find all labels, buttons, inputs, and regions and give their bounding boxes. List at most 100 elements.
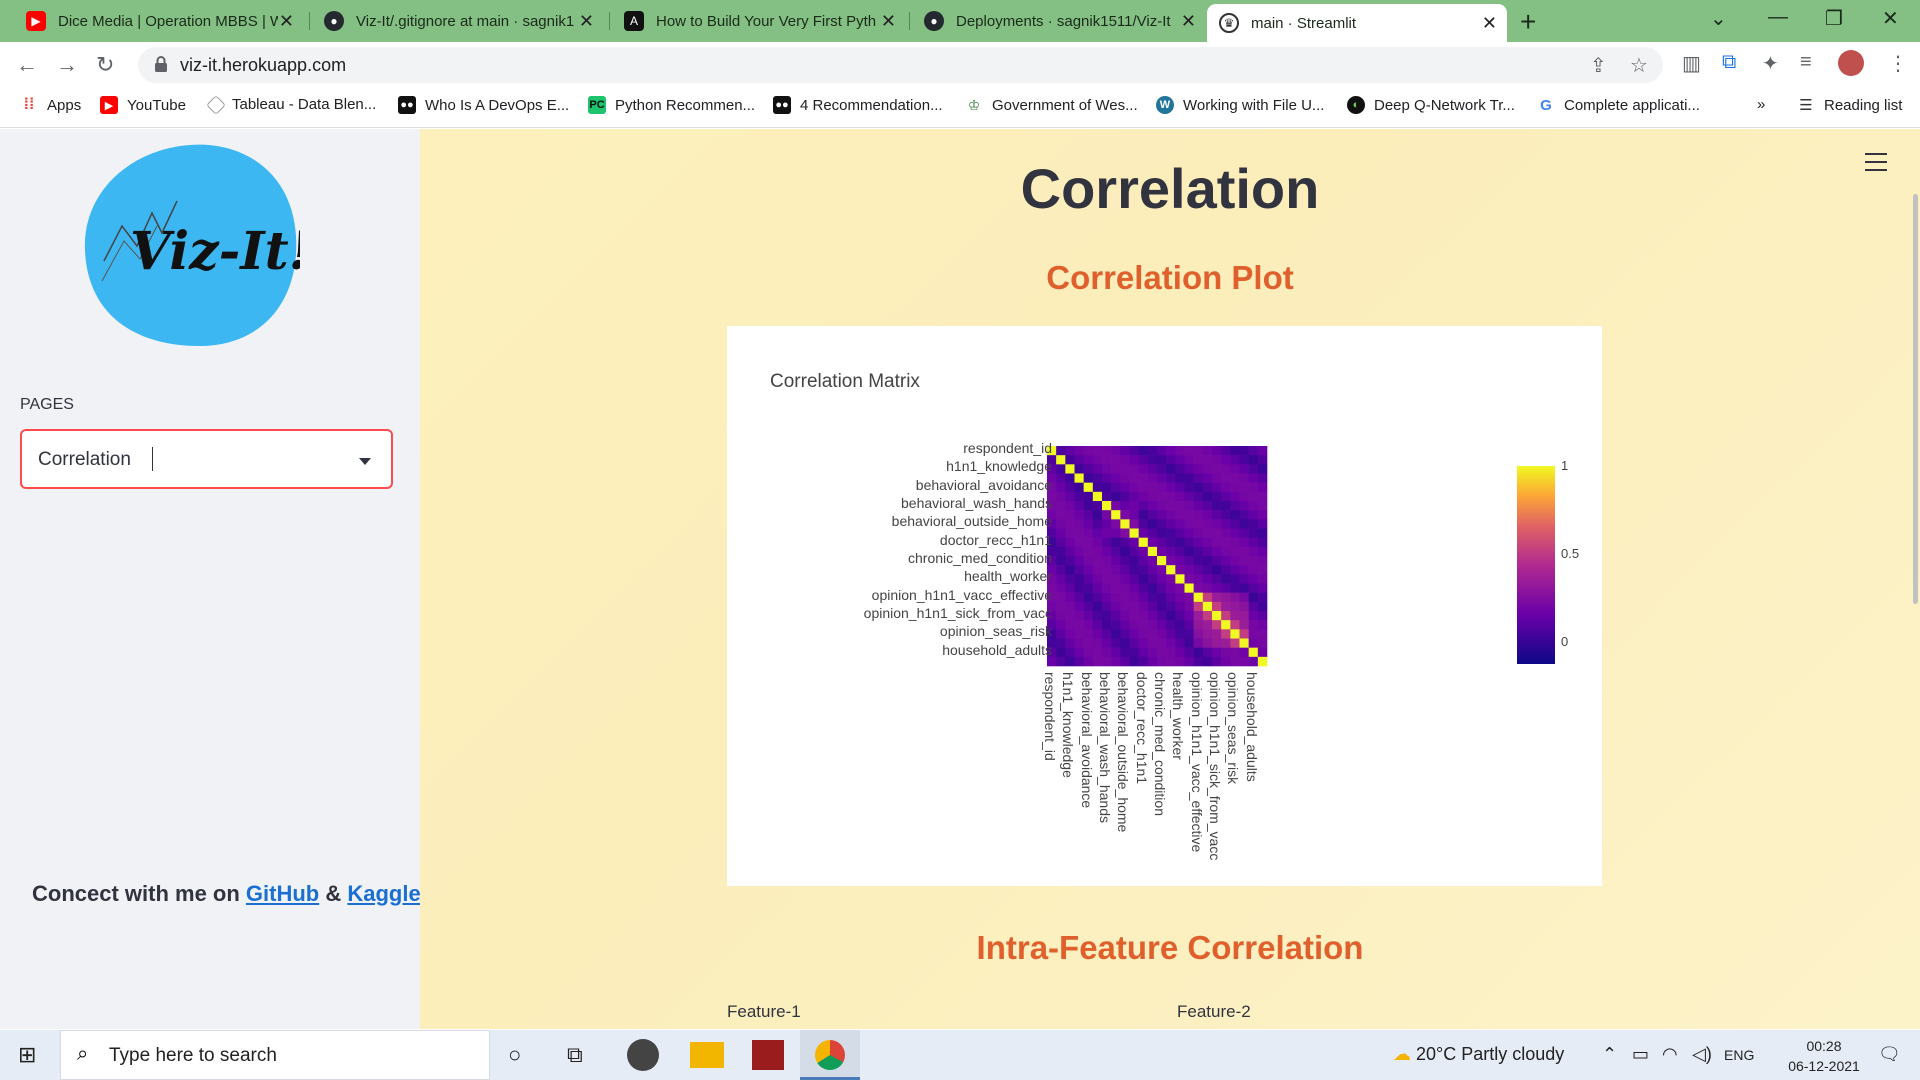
heatmap-cell[interactable] bbox=[1120, 464, 1130, 474]
heatmap-cell[interactable] bbox=[1248, 501, 1259, 511]
heatmap-cell[interactable] bbox=[1184, 601, 1194, 612]
heatmap-cell[interactable] bbox=[1138, 592, 1149, 603]
heatmap-cell[interactable] bbox=[1193, 537, 1204, 548]
heatmap-cell[interactable] bbox=[1202, 464, 1213, 474]
heatmap-cell[interactable] bbox=[1166, 565, 1176, 575]
heatmap-cell[interactable] bbox=[1212, 446, 1222, 456]
heatmap-cell[interactable] bbox=[1102, 574, 1112, 584]
heatmap-cell[interactable] bbox=[1092, 583, 1103, 593]
heatmap-cell[interactable] bbox=[1202, 601, 1213, 612]
heatmap-cell[interactable] bbox=[1129, 501, 1139, 511]
heatmap-cell[interactable] bbox=[1120, 510, 1130, 520]
heatmap-cell[interactable] bbox=[1166, 491, 1176, 502]
heatmap-cell[interactable] bbox=[1230, 501, 1240, 511]
heatmap-cell[interactable] bbox=[1184, 611, 1194, 621]
heatmap-cell[interactable] bbox=[1239, 546, 1249, 557]
heatmap-cell[interactable] bbox=[1221, 565, 1231, 575]
heatmap-cell[interactable] bbox=[1083, 556, 1094, 566]
heatmap-cell[interactable] bbox=[1184, 583, 1194, 593]
heatmap-cell[interactable] bbox=[1138, 464, 1149, 474]
heatmap-cell[interactable] bbox=[1257, 629, 1268, 639]
heatmap-cell[interactable] bbox=[1257, 611, 1268, 621]
heatmap-cell[interactable] bbox=[1239, 537, 1249, 548]
heatmap-cell[interactable] bbox=[1257, 647, 1268, 658]
heatmap-cell[interactable] bbox=[1193, 473, 1204, 483]
heatmap-cell[interactable] bbox=[1129, 638, 1139, 648]
heatmap-cell[interactable] bbox=[1248, 574, 1259, 584]
heatmap-cell[interactable] bbox=[1092, 656, 1103, 667]
taskbar-search[interactable]: ⌕ Type here to search bbox=[60, 1030, 490, 1080]
heatmap-cell[interactable] bbox=[1111, 583, 1121, 593]
heatmap-cell[interactable] bbox=[1248, 647, 1259, 658]
heatmap-cell[interactable] bbox=[1074, 556, 1084, 566]
heatmap-cell[interactable] bbox=[1056, 656, 1066, 667]
heatmap-cell[interactable] bbox=[1230, 556, 1240, 566]
heatmap-cell[interactable] bbox=[1221, 601, 1231, 612]
bookmark-file-upload[interactable]: W Working with File U... bbox=[1156, 96, 1324, 114]
heatmap-cell[interactable] bbox=[1147, 528, 1158, 538]
heatmap-cell[interactable] bbox=[1129, 583, 1139, 593]
heatmap-cell[interactable] bbox=[1248, 510, 1259, 520]
heatmap-cell[interactable] bbox=[1065, 473, 1075, 483]
heatmap-cell[interactable] bbox=[1102, 620, 1112, 630]
heatmap-cell[interactable] bbox=[1147, 455, 1158, 465]
heatmap-cell[interactable] bbox=[1230, 510, 1240, 520]
heatmap-cell[interactable] bbox=[1175, 501, 1185, 511]
heatmap-cell[interactable] bbox=[1138, 620, 1149, 630]
heatmap-cell[interactable] bbox=[1221, 574, 1231, 584]
heatmap-cell[interactable] bbox=[1065, 592, 1075, 603]
heatmap-cell[interactable] bbox=[1056, 611, 1066, 621]
heatmap-cell[interactable] bbox=[1147, 656, 1158, 667]
heatmap-cell[interactable] bbox=[1065, 601, 1075, 612]
heatmap-cell[interactable] bbox=[1193, 629, 1204, 639]
heatmap-cell[interactable] bbox=[1083, 601, 1094, 612]
heatmap-cell[interactable] bbox=[1175, 455, 1185, 465]
extensions-puzzle-icon[interactable]: ✦ bbox=[1762, 51, 1779, 76]
correlation-plot[interactable]: Correlation Matrix respondent_id h1n1_kno… bbox=[727, 326, 1602, 886]
more-bookmarks-chevron[interactable]: » bbox=[1757, 96, 1765, 113]
heatmap-cell[interactable] bbox=[1239, 455, 1249, 465]
heatmap-cell[interactable] bbox=[1193, 638, 1204, 648]
heatmap-cell[interactable] bbox=[1230, 647, 1240, 658]
heatmap-cell[interactable] bbox=[1257, 656, 1268, 667]
restore-icon[interactable]: ❐ bbox=[1825, 6, 1843, 31]
heatmap-cell[interactable] bbox=[1239, 638, 1249, 648]
heatmap-cell[interactable] bbox=[1147, 565, 1158, 575]
heatmap-cell[interactable] bbox=[1166, 629, 1176, 639]
heatmap-cell[interactable] bbox=[1212, 537, 1222, 548]
heatmap-cell[interactable] bbox=[1129, 592, 1139, 603]
heatmap-cell[interactable] bbox=[1092, 491, 1103, 502]
heatmap-cell[interactable] bbox=[1092, 611, 1103, 621]
close-tab-icon[interactable]: ✕ bbox=[579, 11, 594, 32]
heatmap-cell[interactable] bbox=[1193, 446, 1204, 456]
heatmap-cell[interactable] bbox=[1230, 565, 1240, 575]
heatmap-cell[interactable] bbox=[1147, 620, 1158, 630]
heatmap-cell[interactable] bbox=[1202, 583, 1213, 593]
heatmap-cell[interactable] bbox=[1147, 482, 1158, 493]
heatmap-cell[interactable] bbox=[1083, 565, 1094, 575]
heatmap-cell[interactable] bbox=[1257, 620, 1268, 630]
heatmap-cell[interactable] bbox=[1056, 546, 1066, 557]
heatmap-cell[interactable] bbox=[1248, 546, 1259, 557]
address-bar[interactable]: viz-it.herokuapp.com ⇪ ☆ bbox=[138, 47, 1663, 83]
heatmap-cell[interactable] bbox=[1202, 455, 1213, 465]
heatmap-cell[interactable] bbox=[1065, 519, 1075, 529]
heatmap-cell[interactable] bbox=[1166, 528, 1176, 538]
heatmap-cell[interactable] bbox=[1230, 583, 1240, 593]
heatmap-cell[interactable] bbox=[1065, 611, 1075, 621]
heatmap-cell[interactable] bbox=[1083, 491, 1094, 502]
heatmap-cell[interactable] bbox=[1212, 565, 1222, 575]
heatmap-cell[interactable] bbox=[1166, 519, 1176, 529]
heatmap-cell[interactable] bbox=[1092, 565, 1103, 575]
heatmap-cell[interactable] bbox=[1248, 537, 1259, 548]
tab-gitignore[interactable]: ● Viz-It/.gitignore at main · sagnik1 ✕ bbox=[312, 2, 604, 40]
heatmap-cell[interactable] bbox=[1193, 510, 1204, 520]
heatmap-cell[interactable] bbox=[1157, 583, 1167, 593]
heatmap-cell[interactable] bbox=[1120, 647, 1130, 658]
heatmap-cell[interactable] bbox=[1193, 546, 1204, 557]
heatmap-cell[interactable] bbox=[1248, 491, 1259, 502]
heatmap-cell[interactable] bbox=[1230, 592, 1240, 603]
heatmap-cell[interactable] bbox=[1212, 556, 1222, 566]
heatmap-cell[interactable] bbox=[1212, 620, 1222, 630]
heatmap-cell[interactable] bbox=[1147, 446, 1158, 456]
